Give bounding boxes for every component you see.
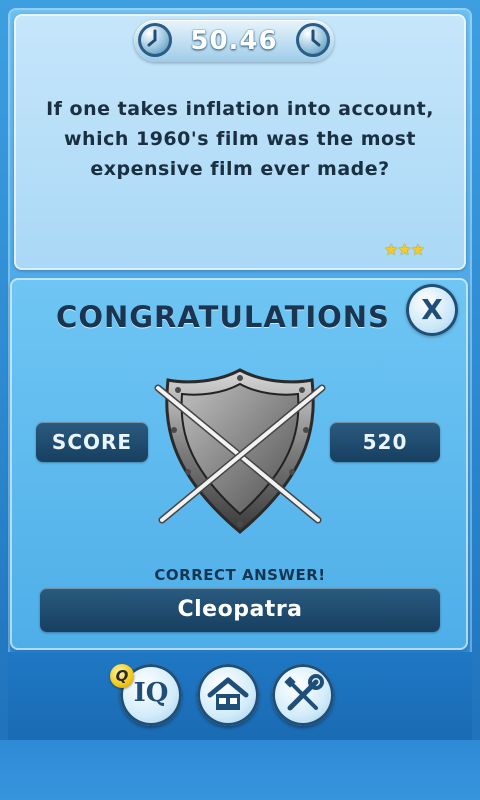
score-value: 520 (330, 422, 440, 462)
correct-answer-label: CORRECT ANSWER! (154, 566, 326, 584)
q-badge-icon: Q (110, 664, 134, 688)
timer: 50.46 (134, 20, 334, 62)
question-text: If one takes inflation into account, whi… (46, 98, 434, 180)
bottom-strip (0, 740, 480, 800)
settings-button[interactable] (272, 664, 334, 726)
congratulations-title: CONGRATULATIONS (56, 300, 390, 334)
close-button[interactable]: X (406, 284, 458, 336)
score-label: SCORE (36, 422, 148, 462)
stopwatch-icon (138, 23, 172, 57)
home-icon (207, 677, 249, 710)
answer-value: Cleopatra (40, 588, 440, 632)
home-button[interactable] (197, 664, 259, 726)
difficulty-stars: ★★★ (384, 240, 425, 259)
timer-value: 50.46 (190, 26, 278, 56)
tools-icon (284, 674, 324, 711)
stopwatch-icon (296, 23, 330, 57)
shield-crossed-swords-icon (154, 368, 326, 534)
